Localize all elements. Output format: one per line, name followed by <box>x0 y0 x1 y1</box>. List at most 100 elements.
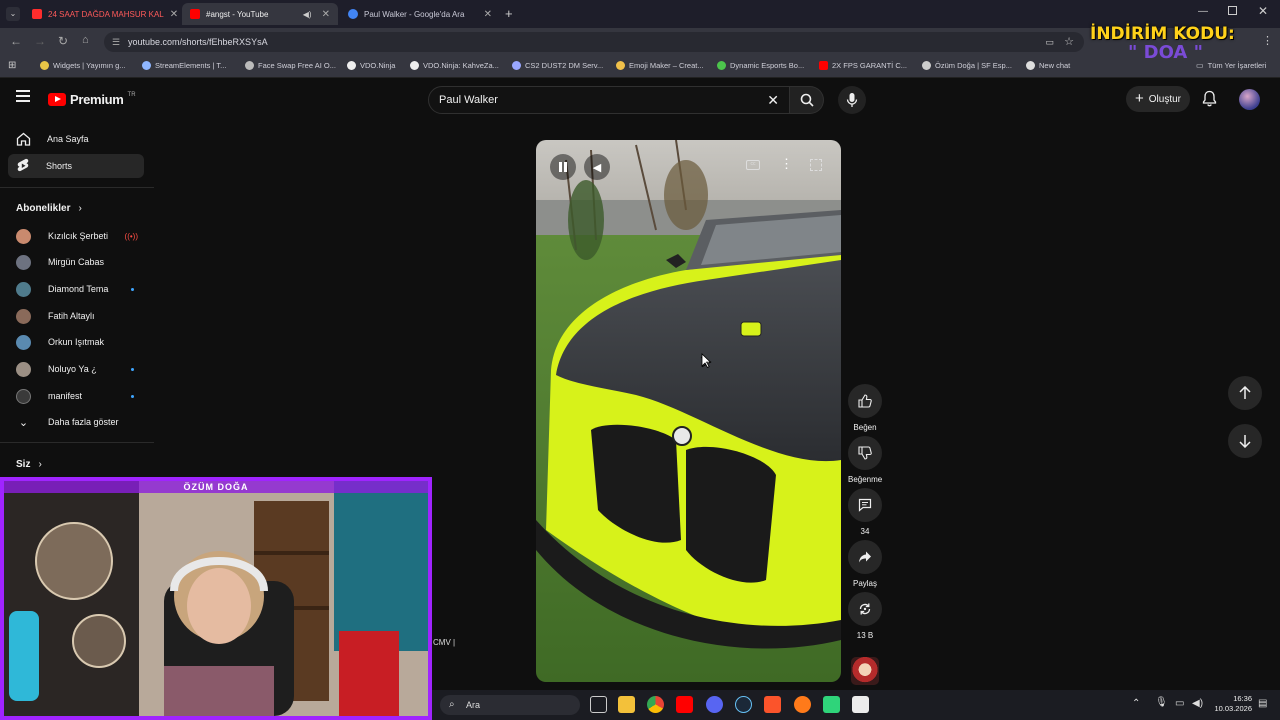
next-short-button[interactable] <box>1228 424 1262 458</box>
share-button[interactable]: Paylaş <box>848 540 882 588</box>
voice-search-button[interactable] <box>838 86 866 114</box>
search-button[interactable] <box>790 86 824 114</box>
app-dark-icon[interactable] <box>852 696 869 713</box>
search-icon <box>800 93 814 107</box>
maximize-icon[interactable] <box>1228 6 1237 15</box>
minimize-icon[interactable]: — <box>1198 6 1208 17</box>
reload-icon[interactable]: ↻ <box>58 34 68 48</box>
clear-search-icon[interactable]: ✕ <box>767 87 779 113</box>
streamer-webcam-overlay: ÖZÜM DOĞA <box>0 477 432 720</box>
youtube-app-icon[interactable] <box>676 696 693 713</box>
account-avatar[interactable] <box>1239 89 1260 110</box>
video-frame-car <box>536 140 841 682</box>
browser-menu-icon[interactable]: ⋮ <box>1262 34 1273 47</box>
sidebar-item-subscription[interactable]: Orkun Işıtmak <box>16 332 146 352</box>
logo-text: Premium <box>70 92 124 107</box>
site-info-icon[interactable]: ☰ <box>112 32 120 52</box>
sidebar-item-shorts[interactable]: Shorts <box>8 154 144 178</box>
channel-avatar <box>16 228 31 244</box>
faceswap-icon <box>245 61 254 70</box>
bookmark-item[interactable]: CS2 DUST2 DM Serv... <box>512 61 603 70</box>
apps-grid-icon[interactable]: ⊞ <box>8 60 16 71</box>
sidebar-item-subscription[interactable]: Mirgün Cabas <box>16 252 146 272</box>
bookmark-star-icon[interactable]: ☆ <box>1064 32 1074 52</box>
file-explorer-icon[interactable] <box>618 696 635 713</box>
notifications-bell-icon[interactable] <box>1202 90 1217 112</box>
captions-icon[interactable]: cc <box>746 160 760 170</box>
fullscreen-icon[interactable] <box>810 159 822 171</box>
chrome-icon[interactable] <box>647 696 664 713</box>
pause-button[interactable] <box>550 154 576 180</box>
notification-center-icon[interactable]: ▤ <box>1258 698 1267 709</box>
bookmark-item[interactable]: Face Swap Free AI O... <box>245 61 336 70</box>
search-input-value: Paul Walker <box>439 94 498 106</box>
subscriptions-heading[interactable]: Abonelikler › <box>16 203 82 214</box>
close-window-icon[interactable]: ✕ <box>1258 4 1268 18</box>
bookmark-item[interactable]: StreamElements | T... <box>142 61 226 70</box>
tray-chevron-icon[interactable]: ⌃ <box>1132 698 1140 709</box>
sidebar-item-subscription[interactable]: Noluyo Ya ¿ <box>16 359 146 379</box>
bookmark-item[interactable]: 2X FPS GARANTİ C... <box>819 61 907 70</box>
create-button[interactable]: + Oluştur <box>1126 86 1190 112</box>
search-input[interactable]: Paul Walker ✕ <box>428 86 790 114</box>
remix-button[interactable]: 13 B <box>848 592 882 640</box>
bookmark-item[interactable]: VDO.Ninja <box>347 61 395 70</box>
tray-volume-icon[interactable]: ◀) <box>1192 698 1203 709</box>
browser-tab-1[interactable]: 24 SAAT DAĞDA MAHSUR KAL ✕ <box>24 3 180 25</box>
back-icon[interactable]: ← <box>10 34 22 48</box>
comments-count: 34 <box>860 527 870 536</box>
speaker-icon[interactable]: ◀) <box>303 10 312 19</box>
steam-icon[interactable] <box>735 696 752 713</box>
close-icon[interactable]: ✕ <box>170 9 178 20</box>
bookmark-item[interactable]: Widgets | Yayımın g... <box>40 61 126 70</box>
new-content-dot <box>131 395 134 398</box>
hamburger-menu-icon[interactable] <box>16 90 30 102</box>
home-icon[interactable]: ⌂ <box>82 34 89 46</box>
promo-line-2: " DOA " <box>1128 42 1203 63</box>
tray-clock[interactable]: 16:36 10.03.2026 <box>1208 694 1252 714</box>
youtube-logo[interactable]: Premium TR <box>48 92 136 107</box>
like-button[interactable]: Beğen <box>848 384 882 432</box>
you-heading[interactable]: Siz › <box>16 459 42 470</box>
url-bar[interactable]: ☰ youtube.com/shorts/fEhbeRXSYsA ☆ ▭ <box>104 32 1084 52</box>
app-green-icon[interactable] <box>823 696 840 713</box>
taskbar-search[interactable]: ⌕ Ara <box>440 695 580 715</box>
show-more-button[interactable]: ⌄ Daha fazla göster <box>16 412 146 432</box>
forward-icon[interactable]: → <box>34 34 46 48</box>
previous-short-button[interactable] <box>1228 376 1262 410</box>
brave-icon[interactable] <box>764 696 781 713</box>
browser-tab-2[interactable]: #angst - YouTube ◀) ✕ <box>182 3 338 25</box>
search-icon: ⌕ <box>449 699 455 710</box>
tab-title: 24 SAAT DAĞDA MAHSUR KAL <box>48 9 164 19</box>
sidebar-item-home[interactable]: Ana Sayfa <box>8 127 144 151</box>
sidebar-item-subscription[interactable]: Fatih Altaylı <box>16 306 146 326</box>
volume-button[interactable]: ◀ <box>584 154 610 180</box>
tab-search-chevron[interactable]: ⌄ <box>6 7 20 21</box>
channel-avatar[interactable] <box>851 657 879 685</box>
tray-mic-icon[interactable]: 🎙︎ <box>1155 697 1168 708</box>
bookmark-item[interactable]: VDO.Ninja: KahveZa... <box>410 61 499 70</box>
more-options-icon[interactable]: ⋮ <box>780 156 793 172</box>
browser-tab-3[interactable]: Paul Walker - Google'da Ara ✕ <box>340 3 500 25</box>
bookmark-item[interactable]: Dynamic Esports Bo... <box>717 61 804 70</box>
app-orange-icon[interactable] <box>794 696 811 713</box>
bookmark-item[interactable]: Emoji Maker – Creat... <box>616 61 704 70</box>
install-app-icon[interactable]: ▭ <box>1045 32 1054 52</box>
share-icon <box>859 551 871 563</box>
new-tab-icon[interactable]: + <box>505 6 513 21</box>
vdo-ninja-icon <box>410 61 419 70</box>
sidebar-item-subscription[interactable]: Kızılcık Şerbeti ((•)) <box>16 226 146 246</box>
discord-icon[interactable] <box>706 696 723 713</box>
sidebar-item-subscription[interactable]: Diamond Tema <box>16 279 146 299</box>
task-view-icon[interactable] <box>590 696 607 713</box>
shorts-video-player[interactable]: ◀ cc ⋮ <box>536 140 841 682</box>
close-icon[interactable]: ✕ <box>484 9 492 20</box>
sidebar-item-subscription[interactable]: manifest <box>16 386 146 406</box>
tray-network-icon[interactable]: ▭ <box>1175 698 1184 709</box>
bookmark-item[interactable]: Özüm Doğa | SF Esp... <box>922 61 1012 70</box>
comments-button[interactable]: 34 <box>848 488 882 536</box>
channel-avatar <box>16 388 31 404</box>
dislike-button[interactable]: Beğenme <box>848 436 882 484</box>
close-icon[interactable]: ✕ <box>322 9 330 20</box>
bookmark-item[interactable]: New chat <box>1026 61 1070 70</box>
